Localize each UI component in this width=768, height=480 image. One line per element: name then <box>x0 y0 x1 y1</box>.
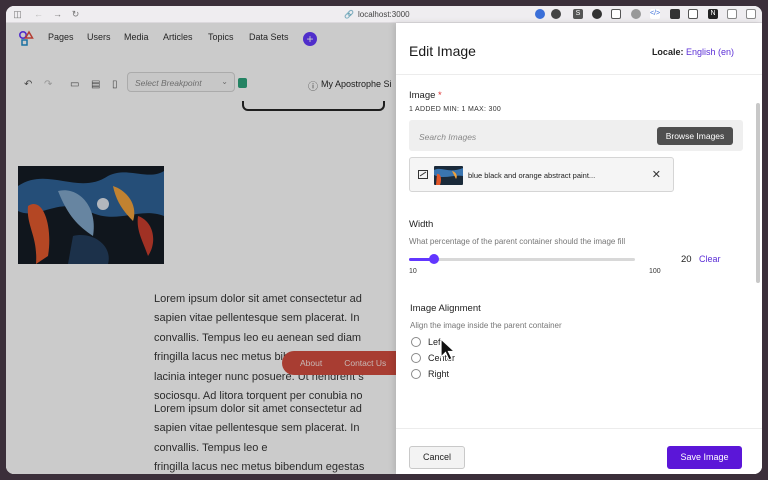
width-slider-thumb[interactable] <box>429 254 440 264</box>
width-value: 20 <box>681 254 692 265</box>
back-icon[interactable]: ← <box>33 9 44 20</box>
link-icon: 🔗 <box>344 10 354 19</box>
drag-handle-icon[interactable] <box>418 170 428 179</box>
modal-title: Edit Image <box>409 43 476 59</box>
attached-image-name: blue black and orange abstract paint... <box>468 171 596 180</box>
radio-center[interactable] <box>411 353 421 363</box>
modal-footer: Cancel Save Image <box>396 428 762 474</box>
browse-images-button[interactable]: Browse Images <box>657 127 733 145</box>
address-bar[interactable]: 🔗 localhost:3000 <box>344 9 410 20</box>
modal-scrollbar[interactable] <box>756 103 760 283</box>
extension-reader-icon[interactable] <box>727 9 737 19</box>
browser-window: ◫ ← → ↻ 🔗 localhost:3000 S </> N Pages U <box>6 6 762 474</box>
width-slider[interactable] <box>409 254 635 264</box>
mouse-cursor-icon <box>440 338 457 361</box>
locale-switcher[interactable]: Locale: English (en) <box>652 47 734 57</box>
image-field-meta: 1 ADDED MIN: 1 MAX: 300 <box>409 106 502 113</box>
image-search-bar: Search Images Browse Images <box>409 120 743 151</box>
alignment-option-left[interactable]: Left <box>411 337 443 347</box>
cancel-button[interactable]: Cancel <box>409 446 465 469</box>
width-field-help: What percentage of the parent container … <box>409 237 626 246</box>
forward-icon[interactable]: → <box>52 9 63 20</box>
extension-n-icon[interactable]: N <box>708 9 718 19</box>
locale-label: Locale: <box>651 47 684 57</box>
locale-value[interactable]: English (en) <box>686 47 734 57</box>
extension-dots-icon[interactable] <box>551 9 561 19</box>
reload-icon[interactable]: ↻ <box>70 9 81 20</box>
browser-toolbar: ◫ ← → ↻ 🔗 localhost:3000 S </> N <box>6 6 762 23</box>
extension-globe-icon[interactable] <box>535 9 545 19</box>
radio-left[interactable] <box>411 337 421 347</box>
extension-frame-icon[interactable] <box>611 9 621 19</box>
extension-box-icon[interactable] <box>670 9 680 19</box>
remove-image-close-icon[interactable]: ✕ <box>652 168 661 181</box>
extension-sidebar-icon[interactable] <box>746 9 756 19</box>
alignment-field-label: Image Alignment <box>410 303 481 314</box>
modal-backdrop[interactable] <box>6 23 396 474</box>
radio-right[interactable] <box>411 369 421 379</box>
alignment-option-right[interactable]: Right <box>411 369 449 379</box>
width-field-label: Width <box>409 219 434 230</box>
url-text: localhost:3000 <box>357 10 410 19</box>
attached-image-item[interactable]: blue black and orange abstract paint... … <box>409 157 674 192</box>
image-field-label: Image * <box>409 90 442 101</box>
edit-image-modal: Edit Image Locale: English (en) Image * … <box>396 23 762 474</box>
modal-header: Edit Image Locale: English (en) <box>396 23 762 75</box>
extension-table-icon[interactable] <box>688 9 698 19</box>
save-image-button[interactable]: Save Image <box>667 446 742 469</box>
width-slider-max: 100 <box>649 268 661 275</box>
attached-image-thumbnail <box>434 166 463 185</box>
width-slider-min: 10 <box>409 268 417 275</box>
extension-half-circle-icon[interactable] <box>592 9 602 19</box>
extension-grey-circle-icon[interactable] <box>631 9 641 19</box>
width-clear-button[interactable]: Clear <box>699 254 721 264</box>
search-images-input[interactable]: Search Images <box>419 132 476 142</box>
radio-right-label: Right <box>428 369 450 379</box>
sidebar-toggle-icon[interactable]: ◫ <box>12 9 23 20</box>
extension-code-icon[interactable]: </> <box>650 9 660 19</box>
alignment-field-help: Align the image inside the parent contai… <box>410 321 562 330</box>
extension-s-icon[interactable]: S <box>573 9 583 19</box>
